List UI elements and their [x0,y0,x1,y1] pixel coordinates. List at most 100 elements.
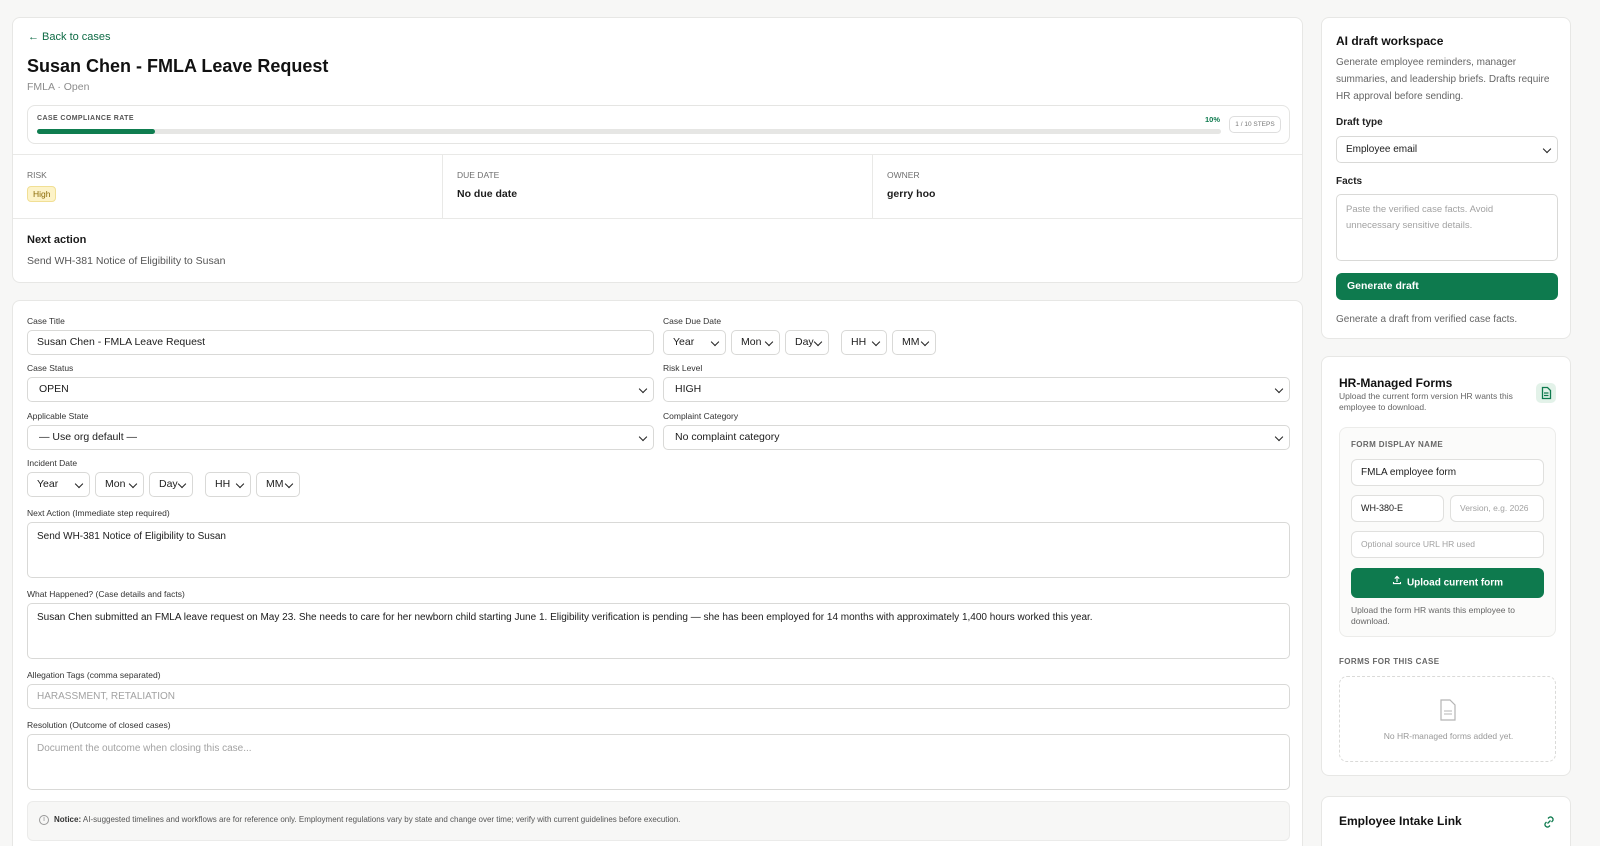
risk-level-label: Risk Level [663,363,703,373]
ai-draft-title: AI draft workspace [1336,34,1444,48]
forms-empty-state: No HR-managed forms added yet. [1339,676,1556,762]
complaint-category-label: Complaint Category [663,411,739,421]
draft-type-select[interactable]: Employee email [1336,136,1558,163]
ai-draft-description: Generate employee reminders, manager sum… [1336,57,1550,102]
link-icon[interactable] [1542,815,1556,834]
form-display-name-caption: FORM DISPLAY NAME [1351,440,1444,449]
hr-forms-panel: HR-Managed Forms Upload the current form… [1321,356,1571,776]
hr-forms-description: Upload the current form version HR wants… [1339,391,1513,412]
next-action-field-label: Next Action (Immediate step required) [27,508,170,518]
resolution-textarea[interactable]: Document the outcome when closing this c… [27,734,1290,790]
case-subtitle: FMLA · Open [27,81,90,93]
facts-label: Facts [1336,176,1363,187]
case-title-label: Case Title [27,316,65,326]
compliance-progress: CASE COMPLIANCE RATE 10% 1 / 10 STEPS [27,105,1290,144]
compliance-steps: 1 / 10 STEPS [1229,116,1281,133]
intake-link-panel: Employee Intake Link [1321,796,1571,846]
case-edit-form: Case Title Susan Chen - FMLA Leave Reque… [12,300,1303,846]
chevron-down-icon [74,479,84,489]
chevron-down-icon [638,384,648,394]
notice-text: AI-suggested timelines and workflows are… [81,815,681,824]
allegation-tags-label: Allegation Tags (comma separated) [27,670,161,680]
resolution-label: Resolution (Outcome of closed cases) [27,720,171,730]
chevron-down-icon [813,337,823,347]
upload-icon [1392,568,1402,598]
case-status-select[interactable]: OPEN [27,377,654,402]
chevron-down-icon [638,432,648,442]
compliance-percent: 10% [1204,115,1220,124]
form-display-name-input[interactable]: FMLA employee form [1351,459,1544,486]
upload-hint: Upload the form HR wants this employee t… [1351,605,1515,626]
risk-label: RISK [27,170,47,180]
incident-date-label: Incident Date [27,458,78,468]
file-icon [1439,699,1457,726]
next-action-value: Send WH-381 Notice of Eligibility to Sus… [27,255,226,267]
owner-cell: OWNER gerry hoo [873,155,1302,219]
forms-empty-text: No HR-managed forms added yet. [1383,731,1514,741]
generate-hint: Generate a draft from verified case fact… [1336,314,1518,325]
due-month-select[interactable]: Mon [731,330,780,355]
owner-value: gerry hoo [887,188,936,200]
applicable-state-label: Applicable State [27,411,89,421]
complaint-category-select[interactable]: No complaint category [663,425,1290,450]
what-happened-textarea[interactable]: Susan Chen submitted an FMLA leave reque… [27,603,1290,659]
info-icon: i [39,815,49,825]
next-action-label: Next action [27,234,87,246]
incident-year-select[interactable]: Year [27,472,90,497]
next-action-textarea[interactable]: Send WH-381 Notice of Eligibility to Sus… [27,522,1290,578]
due-date-label: DUE DATE [457,170,500,180]
ai-draft-panel: AI draft workspace Generate employee rem… [1321,17,1571,339]
facts-textarea[interactable]: Paste the verified case facts. Avoid unn… [1336,194,1558,261]
chevron-down-icon [1542,144,1552,154]
case-meta-row: RISK High DUE DATE No due date OWNER ger… [13,154,1302,219]
owner-label: OWNER [887,170,920,180]
due-minute-select[interactable]: MM [892,330,936,355]
intake-link-title: Employee Intake Link [1339,814,1462,828]
chevron-down-icon [128,479,138,489]
case-status-label: Case Status [27,363,74,373]
chevron-down-icon [871,337,881,347]
case-due-date-label: Case Due Date [663,316,722,326]
chevron-down-icon [1274,384,1284,394]
risk-level-select[interactable]: HIGH [663,377,1290,402]
incident-month-select[interactable]: Mon [95,472,144,497]
incident-day-select[interactable]: Day [149,472,193,497]
due-hour-select[interactable]: HH [841,330,887,355]
case-summary-card: ← Back to cases Susan Chen - FMLA Leave … [12,17,1303,283]
chevron-down-icon [235,479,245,489]
notice-bold: Notice: [54,815,82,824]
incident-hour-select[interactable]: HH [205,472,251,497]
form-upload-box: FORM DISPLAY NAME FMLA employee form WH-… [1339,427,1556,637]
form-version-input[interactable]: Version, e.g. 2026 [1450,495,1544,522]
incident-minute-select[interactable]: MM [256,472,300,497]
compliance-track [37,129,1221,134]
form-source-url-input[interactable]: Optional source URL HR used [1351,531,1544,558]
generate-draft-button[interactable]: Generate draft [1336,273,1558,300]
what-happened-label: What Happened? (Case details and facts) [27,589,185,599]
chevron-down-icon [764,337,774,347]
allegation-tags-input[interactable]: HARASSMENT, RETALIATION [27,684,1290,709]
chevron-down-icon [920,337,930,347]
applicable-state-select[interactable]: — Use org default — [27,425,654,450]
chevron-down-icon [1274,432,1284,442]
risk-cell: RISK High [13,155,443,219]
compliance-label: CASE COMPLIANCE RATE [37,115,134,122]
case-title-input[interactable]: Susan Chen - FMLA Leave Request [27,330,654,355]
chevron-down-icon [710,337,720,347]
due-date-value: No due date [457,188,518,200]
page-title: Susan Chen - FMLA Leave Request [27,56,329,76]
hr-forms-title: HR-Managed Forms [1339,376,1453,390]
due-year-select[interactable]: Year [663,330,726,355]
chevron-down-icon [177,479,187,489]
form-code-input[interactable]: WH-380-E [1351,495,1444,522]
compliance-fill [37,129,156,134]
ai-notice: i Notice: AI-suggested timelines and wor… [27,801,1290,841]
upload-form-button[interactable]: Upload current form [1351,568,1544,598]
due-day-select[interactable]: Day [785,330,829,355]
document-icon [1536,383,1556,403]
chevron-down-icon [284,479,294,489]
due-date-cell: DUE DATE No due date [443,155,873,219]
forms-for-case-caption: FORMS FOR THIS CASE [1339,657,1440,666]
back-to-cases-link[interactable]: ← Back to cases [28,31,111,43]
risk-badge: High [27,186,57,202]
